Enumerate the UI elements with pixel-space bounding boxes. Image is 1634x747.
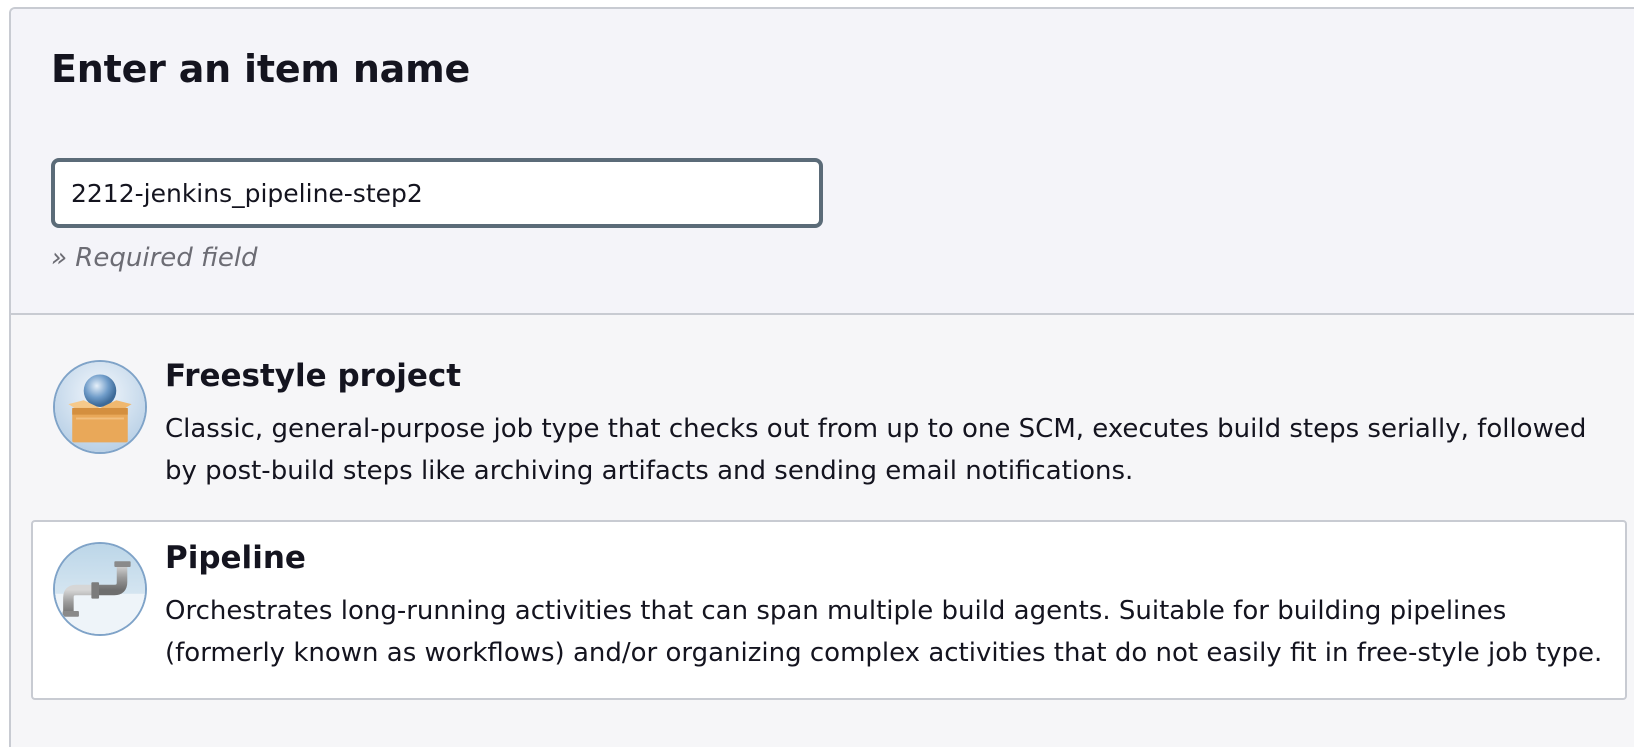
item-type-description: Orchestrates long-running activities tha… [165, 596, 1603, 668]
new-item-panel: Enter an item name » Required field [9, 7, 1634, 747]
item-type-pipeline[interactable]: Pipeline Orchestrates long-running activ… [31, 520, 1627, 700]
item-type-name: Pipeline [165, 540, 306, 576]
item-name-section: Enter an item name » Required field [11, 9, 1634, 315]
pipeline-icon [53, 542, 147, 636]
item-type-name: Freestyle project [165, 358, 462, 394]
item-type-description: Classic, general-purpose job type that c… [165, 414, 1587, 486]
item-name-input[interactable] [51, 158, 823, 228]
page-title: Enter an item name [51, 47, 471, 91]
item-type-freestyle[interactable]: Freestyle project Classic, general-purpo… [31, 338, 1627, 518]
freestyle-project-icon [53, 360, 147, 454]
required-field-hint: » Required field [51, 243, 258, 273]
